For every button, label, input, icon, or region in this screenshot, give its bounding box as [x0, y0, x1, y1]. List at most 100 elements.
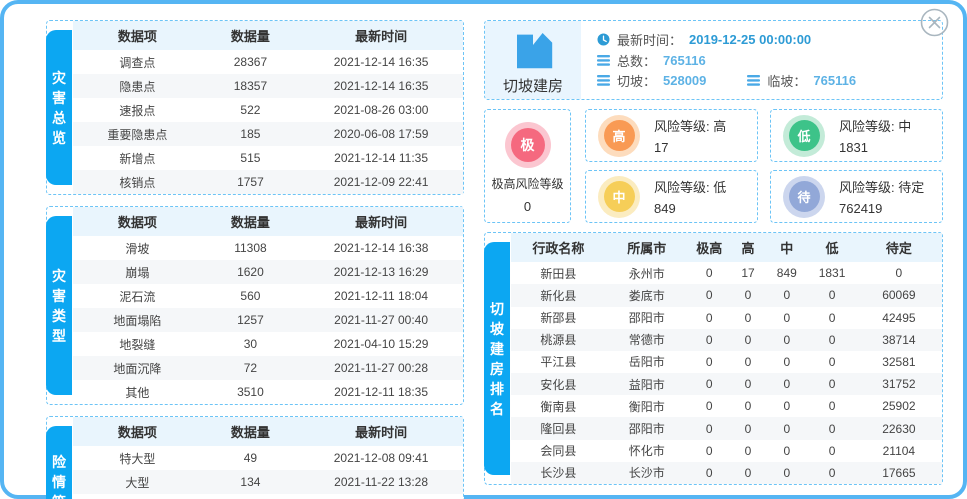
table-cell: 0 [688, 351, 731, 373]
table-cell: 桃源县 [511, 329, 606, 351]
table-row: 长沙县长沙市000017665 [511, 462, 942, 484]
column-header: 数据量 [202, 417, 300, 446]
summary-stats: 最新时间： 2019-12-25 00:00:00 总数： 765116 [581, 21, 942, 99]
table-cell: 515 [202, 146, 300, 170]
table-cell: 崩塌 [73, 260, 202, 284]
card-risk-pending: 待 风险等级: 待定 762419 [770, 170, 943, 223]
table-cell: 25902 [856, 395, 942, 417]
table-cell: 平江县 [511, 351, 606, 373]
table-cell: 30 [202, 332, 300, 356]
tab-char: 害 [52, 91, 66, 105]
column-header: 最新时间 [299, 21, 463, 50]
table-cell: 泥石流 [73, 284, 202, 308]
column-header: 最新时间 [299, 417, 463, 446]
risk-badge-ring: 中 [598, 176, 640, 218]
table-cell: 0 [808, 351, 855, 373]
table-cell: 11308 [202, 236, 300, 260]
risk-section: 极 极高风险等级 0 高 风险等级: 高 17 [484, 109, 943, 223]
tab-char: 险 [52, 455, 66, 469]
column-header: 数据项 [73, 21, 202, 50]
risk-badge-ring: 待 [783, 176, 825, 218]
table-cell: 2021-12-11 18:04 [299, 284, 463, 308]
danger-level-table: 数据项数据量最新时间 特大型492021-12-08 09:41大型134202… [73, 417, 463, 499]
risk-text: 风险等级: 待定 762419 [839, 177, 924, 216]
card-danger-level: 险情等级 数据项数据量最新时间 特大型492021-12-08 09:41大型1… [46, 416, 464, 499]
close-button[interactable] [920, 8, 949, 37]
disaster-type-table: 数据项数据量最新时间 滑坡113082021-12-14 16:38崩塌1620… [73, 207, 463, 404]
close-icon [920, 8, 949, 37]
tab-char: 灾 [52, 269, 66, 283]
risk-value: 17 [654, 140, 726, 155]
table-row: 速报点5222021-08-26 03:00 [73, 98, 463, 122]
table-cell: 新田县 [511, 262, 606, 284]
summary-title: 切坡建房 [503, 75, 563, 96]
risk-label: 风险等级: 中 [839, 116, 911, 135]
tab-char: 房 [490, 362, 504, 376]
table-row: 大型1342021-11-22 13:28 [73, 470, 463, 494]
table-cell: 0 [731, 440, 765, 462]
stat-value: 765116 [663, 53, 706, 68]
card-tab-disaster-type: 灾害类型 [46, 216, 72, 395]
column-header: 待定 [856, 233, 942, 262]
table-cell: 隆回县 [511, 417, 606, 439]
card-risk-extreme: 极 极高风险等级 0 [484, 109, 571, 223]
table-cell: 调查点 [73, 50, 202, 74]
tab-char: 名 [490, 402, 504, 416]
table-cell: 速报点 [73, 98, 202, 122]
table-row: 中型13972021-12-14 16:38 [73, 494, 463, 499]
table-cell: 0 [765, 440, 808, 462]
table-row: 会同县怀化市000021104 [511, 440, 942, 462]
table-cell: 衡南县 [511, 395, 606, 417]
table-cell: 0 [765, 462, 808, 484]
tab-char: 建 [490, 342, 504, 356]
table-cell: 0 [765, 329, 808, 351]
table-row: 调查点283672021-12-14 16:35 [73, 50, 463, 74]
table-cell: 2021-12-14 16:38 [299, 236, 463, 260]
table-row: 滑坡113082021-12-14 16:38 [73, 236, 463, 260]
table-cell: 邵阳市 [606, 307, 688, 329]
table-header-row: 数据项数据量最新时间 [73, 417, 463, 446]
table-cell: 2020-06-08 17:59 [299, 122, 463, 146]
table-cell: 邵阳市 [606, 417, 688, 439]
table-cell: 0 [808, 373, 855, 395]
table-row: 其他35102021-12-11 18:35 [73, 380, 463, 404]
stat-label: 临坡： [767, 71, 806, 90]
table-row: 地面塌陷12572021-11-27 00:40 [73, 308, 463, 332]
table-cell: 0 [688, 262, 731, 284]
card-risk-medium: 中 风险等级: 低 849 [585, 170, 758, 223]
card-disaster-type: 灾害类型 数据项数据量最新时间 滑坡113082021-12-14 16:38崩… [46, 206, 464, 405]
table-cell: 衡阳市 [606, 395, 688, 417]
table-cell: 0 [765, 284, 808, 306]
table-cell: 38714 [856, 329, 942, 351]
table-row: 特大型492021-12-08 09:41 [73, 446, 463, 470]
table-cell: 0 [856, 262, 942, 284]
table-row: 核销点17572021-12-09 22:41 [73, 170, 463, 194]
risk-badge: 低 [789, 120, 820, 151]
risk-text: 风险等级: 低 849 [654, 177, 726, 216]
risk-value: 0 [524, 199, 531, 214]
table-row: 泥石流5602021-12-11 18:04 [73, 284, 463, 308]
table-cell: 地裂缝 [73, 332, 202, 356]
risk-badge: 极 [511, 128, 545, 162]
table-cell: 0 [731, 395, 765, 417]
risk-value: 849 [654, 201, 726, 216]
table-cell: 0 [808, 462, 855, 484]
table-cell: 185 [202, 122, 300, 146]
table-cell: 0 [731, 373, 765, 395]
table-cell: 0 [731, 307, 765, 329]
table-row: 衡南县衡阳市000025902 [511, 395, 942, 417]
risk-badge: 高 [604, 120, 635, 151]
risk-value: 762419 [839, 201, 924, 216]
table-cell: 2021-12-14 16:38 [299, 494, 463, 499]
slope-house-icon [509, 25, 557, 73]
table-header-row: 行政名称所属市极高高中低待定 [511, 233, 942, 262]
table-cell: 0 [808, 395, 855, 417]
table-cell: 0 [688, 440, 731, 462]
table-cell: 0 [731, 329, 765, 351]
table-cell: 0 [688, 417, 731, 439]
tab-char: 害 [52, 289, 66, 303]
column-header: 所属市 [606, 233, 688, 262]
table-cell: 1757 [202, 170, 300, 194]
table-row: 桃源县常德市000038714 [511, 329, 942, 351]
column-header: 行政名称 [511, 233, 606, 262]
